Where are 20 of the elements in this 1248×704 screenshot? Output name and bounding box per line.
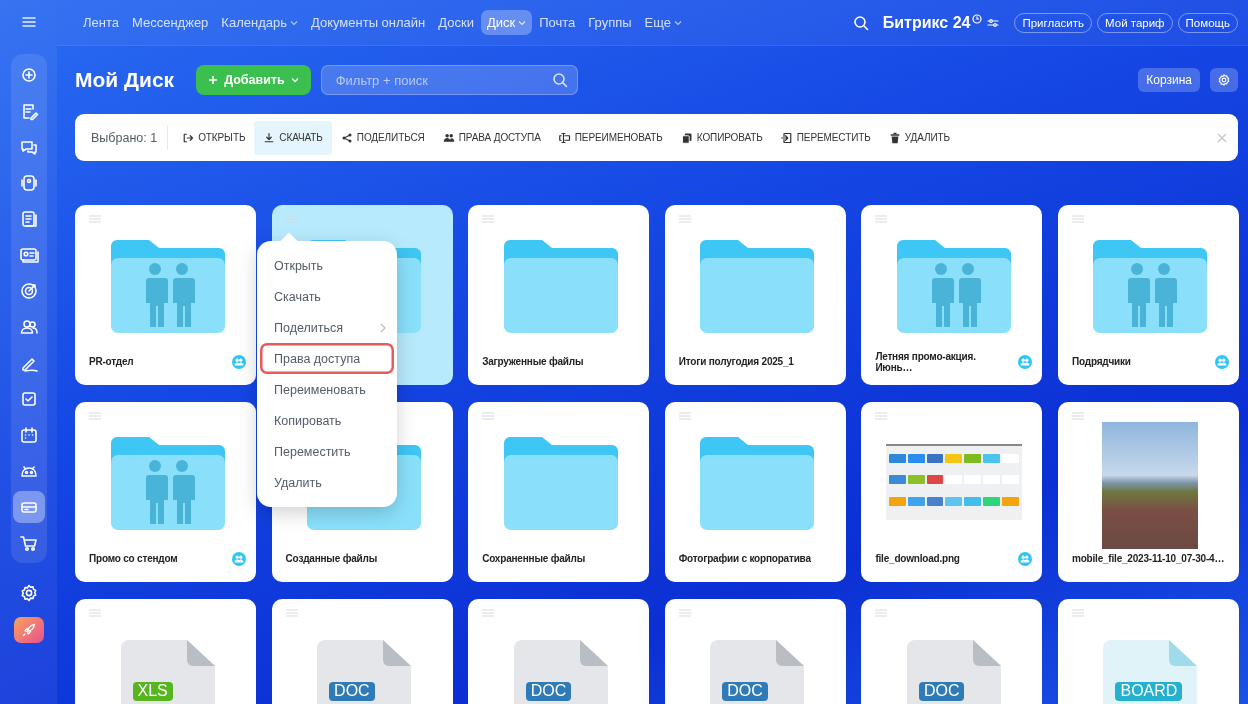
file-name: Сохраненные файлы: [482, 553, 586, 565]
file-type-label: DOC: [525, 682, 572, 701]
logo: Битрикс 24: [882, 13, 971, 32]
file-name: Загруженные файлы: [482, 356, 585, 368]
page-title: Мой Диск: [75, 68, 175, 92]
selection-count: Выбрано: 1: [91, 125, 169, 150]
file-name: Созданные файлы: [285, 553, 378, 565]
file-type-label: DOC: [722, 682, 768, 701]
file-name: Итоги полугодия 2025_1: [678, 356, 795, 368]
file-name: Подрядчики: [1071, 356, 1132, 368]
file-name: mobile_file_2023-11-10_07-30-4…: [1071, 553, 1226, 565]
file-name: Фотографии с корпоратива: [678, 553, 812, 565]
file-name: Промо со стендом: [89, 553, 179, 565]
file-name: PR-отдел: [89, 356, 135, 368]
file-type-label: BOARD: [1115, 682, 1183, 701]
file-type-label: DOC: [918, 682, 965, 701]
file-name: Летняя промо-акция. Июнь…: [875, 350, 977, 374]
file-type-label: XLS: [132, 682, 173, 701]
file-name: file_download.png: [875, 553, 961, 565]
file-type-label: DOC: [329, 682, 375, 701]
